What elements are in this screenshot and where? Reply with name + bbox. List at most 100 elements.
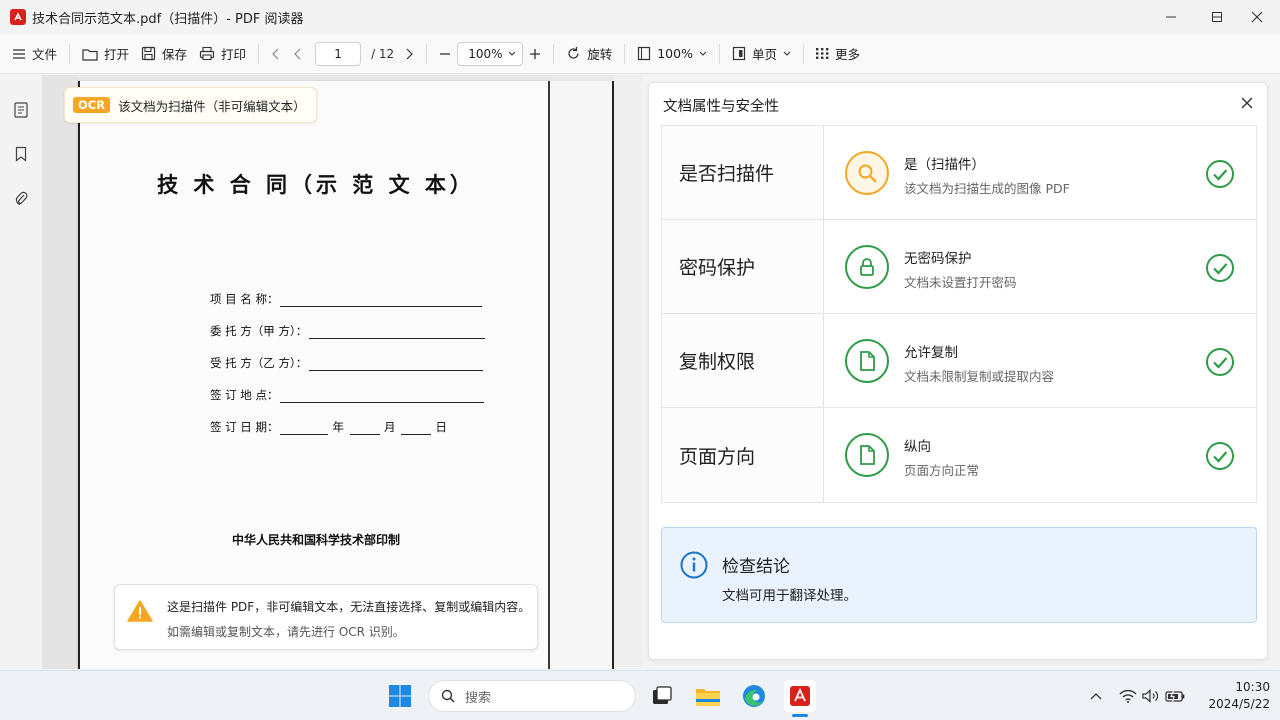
conclusion-title: 检查结论 [722,557,790,577]
document-footer: 中华人民共和国科学技术部印制 [231,533,400,547]
page-number-input[interactable]: 1 [315,41,362,66]
wifi-button[interactable] [1118,686,1138,706]
edge-browser-button[interactable] [740,682,768,710]
properties-table: 是否扫描件 是（扫描件） 该文档为扫描生成的图像 PDF 密码保护 无密码保护 … [661,125,1257,503]
page-total: / 12 [371,46,395,61]
page-margin [42,75,78,669]
taskbar-search[interactable]: 搜索 [428,680,636,712]
edge-icon [743,685,765,707]
fit-page-button[interactable]: 100% [631,40,713,68]
tray-overflow-button[interactable] [1086,686,1106,706]
ocr-notice-text: 该文档为扫描件（非可编辑文本） [118,98,306,114]
task-view-icon [653,686,672,704]
divider [69,43,71,64]
chevron-down-icon [508,51,516,56]
save-button[interactable]: 保存 [135,40,193,68]
check-icon [1205,253,1235,283]
zoom-out-button[interactable] [433,40,457,68]
row-description: 文档未限制复制或提取内容 [904,369,1055,384]
warning-icon [127,599,153,627]
prev-page-button[interactable] [287,40,309,68]
grid-dots-icon [815,48,829,59]
battery-icon [1165,690,1185,702]
check-icon [1205,347,1235,377]
warning-line-2: 如需编辑或复制文本，请先进行 OCR 识别。 [167,625,405,639]
title-bar: 技术合同示范文本.pdf（扫描件）- PDF 阅读器 [0,0,1280,34]
document-icon [845,433,889,477]
panel-title: 文档属性与安全性 [663,99,779,115]
bookmarks-button[interactable] [11,144,31,164]
start-button[interactable] [386,682,414,710]
more-button[interactable]: 更多 [810,40,866,68]
table-row: 复制权限 允许复制 文档未限制复制或提取内容 [662,314,1256,408]
paperclip-icon [15,191,28,206]
next-page-button[interactable] [398,40,420,68]
row-description: 该文档为扫描生成的图像 PDF [904,181,1070,196]
divider [258,43,260,64]
page-margin-right [614,75,642,669]
document-icon [845,339,889,383]
conclusion-text: 文档可用于翻译处理。 [722,588,857,604]
search-icon [845,151,889,195]
minimize-button-2[interactable] [1148,0,1194,34]
panel-close-button[interactable] [1239,95,1255,111]
chevron-down-icon [699,51,707,56]
system-clock[interactable]: 10:30 2024/5/22 [1194,679,1270,713]
search-icon [441,689,455,703]
thumbnails-button[interactable] [11,100,31,120]
field-date: 签 订 日 期： 年 月 日 [210,420,447,435]
warning-line-1: 这是扫描件 PDF，非可编辑文本，无法直接选择、复制或编辑内容。 [167,600,531,614]
document-title: 技 术 合 同（示 范 文 本） [157,172,475,197]
first-page-button[interactable] [265,40,287,68]
toolbar: 文件 打开 保存 打印 1 / 12 100% 旋转 100% 单页 更多 [0,34,1280,74]
close-icon [1241,97,1253,109]
open-button[interactable]: 打开 [76,40,135,68]
print-button[interactable]: 打印 [193,40,252,68]
row-value: 无密码保护 [904,251,972,267]
chevron-up-icon [1090,693,1102,700]
plus-icon [530,48,541,59]
zoom-select[interactable]: 100% [457,41,524,66]
rotate-button[interactable]: 旋转 [560,40,618,68]
divider [718,43,720,64]
zoom-in-button[interactable] [523,40,547,68]
row-label: 页面方向 [662,408,824,502]
document-viewer[interactable]: 技 术 合 同（示 范 文 本） 项 目 名 称： 委 托 方（甲 方）： 受 … [42,75,642,669]
properties-panel: 文档属性与安全性 是否扫描件 是（扫描件） 该文档为扫描生成的图像 PDF 密码… [648,82,1268,660]
wifi-icon [1119,689,1137,703]
single-page-icon [732,46,746,61]
volume-button[interactable] [1141,686,1161,706]
clock-time: 10:30 [1235,680,1270,694]
info-icon [680,551,708,583]
minus-icon [440,52,451,55]
row-label: 复制权限 [662,314,824,407]
lock-icon [845,245,889,289]
ocr-notice: OCR 该文档为扫描件（非可编辑文本） [64,87,317,123]
scanned-warning: 这是扫描件 PDF，非可编辑文本，无法直接选择、复制或编辑内容。 如需编辑或复制… [114,584,538,650]
page-fit-icon [638,46,651,61]
conclusion-box: 检查结论 文档可用于翻译处理。 [661,527,1257,623]
view-mode-button[interactable]: 单页 [726,40,797,68]
chevron-down-icon [783,51,791,56]
field-project-name: 项 目 名 称： [210,291,483,307]
file-menu-button[interactable]: 文件 [6,40,63,68]
row-label: 密码保护 [662,220,824,313]
task-view-button[interactable] [648,682,676,710]
divider [553,43,555,64]
close-window-button[interactable] [1234,0,1280,34]
taskbar: 搜索 10:30 2024/5/22 [0,670,1280,720]
chevron-right-icon [406,48,414,59]
field-contractor: 受 托 方（乙 方）： [210,355,484,371]
divider [624,43,626,64]
hamburger-icon [13,48,25,59]
row-value: 允许复制 [904,345,958,361]
chevron-left-icon [294,48,301,59]
folder-icon [696,689,720,706]
attachments-button[interactable] [11,188,31,208]
table-row: 密码保护 无密码保护 文档未设置打开密码 [662,220,1256,314]
pdf-app-icon [10,9,26,25]
battery-button[interactable] [1165,686,1185,706]
pdf-reader-taskbar-button[interactable] [784,680,816,712]
divider [426,43,428,64]
file-explorer-button[interactable] [694,682,722,710]
